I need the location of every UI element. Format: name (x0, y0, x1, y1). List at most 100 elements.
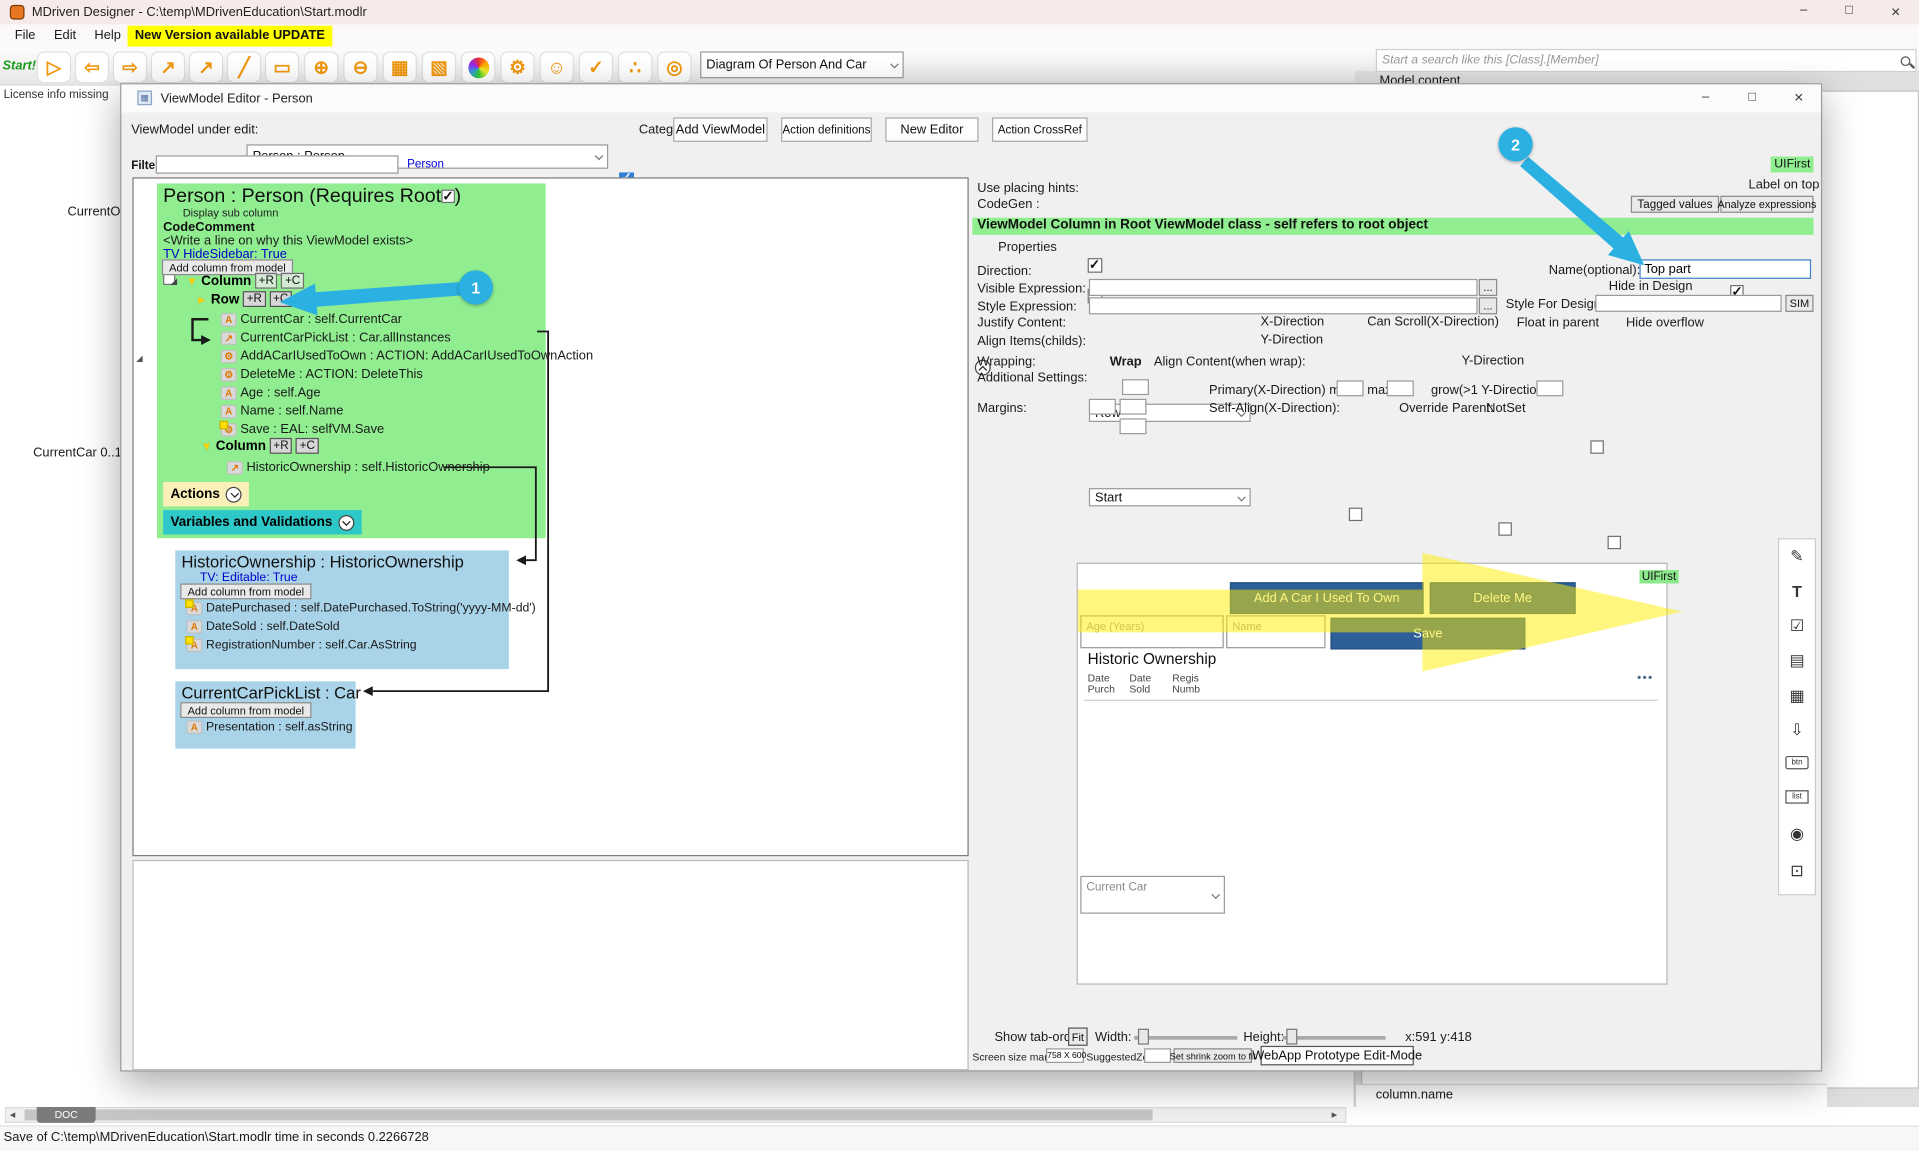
column1-add-row-chip[interactable]: +R (255, 273, 278, 289)
style-for-design-input[interactable] (1595, 295, 1781, 312)
add-column-button[interactable]: Add column from model (180, 702, 311, 718)
table-header-col3[interactable]: RegisNumb (1172, 673, 1200, 695)
window-minimize-button[interactable]: – (1784, 2, 1823, 17)
variables-expander[interactable]: Variables and Validations (163, 510, 362, 534)
use-placing-hints-checkbox[interactable] (1088, 258, 1103, 273)
chevron-down-icon[interactable] (226, 486, 242, 502)
row1-add-row-chip[interactable]: +R (243, 291, 266, 307)
tree-item[interactable]: ARegistrationNumber : self.Car.AsString (186, 639, 416, 652)
dialog-maximize-button[interactable]: □ (1731, 89, 1773, 104)
tree-node-column1[interactable]: Column +R+C (201, 273, 304, 289)
column1-expander-icon[interactable]: ◢ (170, 276, 177, 286)
width-slider-thumb[interactable] (1138, 1029, 1149, 1045)
scroll-right-icon[interactable]: ▸ (1332, 1108, 1338, 1121)
image-drop-icon[interactable]: ⇩ (1778, 720, 1816, 740)
chevron-down-icon[interactable] (339, 514, 355, 530)
margin-top-input[interactable] (1120, 399, 1147, 415)
search-icon[interactable] (1901, 56, 1911, 66)
edit-icon[interactable]: ✎ (1778, 547, 1816, 567)
table-header-col1[interactable]: DatePurch (1088, 673, 1115, 695)
text-icon[interactable]: T (1778, 582, 1816, 600)
draw-line-icon[interactable]: ╱ (227, 51, 261, 83)
fit-button[interactable]: Fit (1068, 1027, 1088, 1045)
column1-add-col-chip[interactable]: +C (281, 273, 304, 289)
margin-bottom-input[interactable] (1120, 418, 1147, 434)
actions-expander[interactable]: Actions (163, 482, 249, 506)
width-slider[interactable] (1134, 1036, 1237, 1040)
zoom-in-icon[interactable]: ⊕ (304, 51, 338, 83)
color-wheel-icon[interactable] (461, 51, 495, 83)
table-menu-icon[interactable]: ••• (1637, 672, 1654, 685)
webapp-mode-button[interactable]: WebApp Prototype Edit-Mode (1261, 1046, 1414, 1066)
row1-add-col-chip[interactable]: +C (269, 291, 292, 307)
age-input[interactable]: Age (Years) (1080, 615, 1223, 648)
user-access-icon[interactable]: ☺ (540, 51, 574, 83)
column2-add-row-chip[interactable]: +R (270, 438, 293, 454)
add-car-button[interactable]: Add A Car I Used To Own (1230, 582, 1424, 614)
set-shrink-zoom-button[interactable]: Set shrink zoom to fit (1173, 1048, 1251, 1063)
current-car-combo[interactable]: Current Car (1080, 876, 1225, 914)
tree-item[interactable]: ⚙Save : EAL: selfVM.Save (221, 422, 384, 437)
action-definitions-button[interactable]: Action definitions (781, 117, 872, 141)
globe-icon[interactable]: ◉ (1778, 824, 1816, 844)
validate-icon[interactable]: ✓ (579, 51, 613, 83)
tree-item[interactable]: ADatePurchased : self.DatePurchased.ToSt… (186, 602, 535, 615)
redo-icon[interactable]: ⇨ (113, 51, 147, 83)
frame-select-icon[interactable]: ▭ (265, 51, 299, 83)
sim-button[interactable]: SIM (1785, 295, 1813, 312)
max-input[interactable] (1387, 380, 1414, 396)
undo-icon[interactable]: ⇦ (75, 51, 109, 83)
visible-expression-more-button[interactable]: ... (1479, 279, 1497, 296)
tree-node-column2[interactable]: Column +R+C (216, 438, 319, 454)
arrow-ne-add-icon[interactable]: ↗ (189, 51, 223, 83)
tree-item[interactable]: ↗HistoricOwnership : self.HistoricOwners… (227, 460, 490, 475)
analyze-expressions-button[interactable]: Analyze expressions (1720, 196, 1813, 213)
height-slider-thumb[interactable] (1286, 1029, 1297, 1045)
list-tool-icon[interactable]: list (1785, 790, 1808, 803)
name-input[interactable]: Name (1226, 615, 1325, 648)
window-maximize-button[interactable]: □ (1829, 2, 1868, 17)
float-in-parent-checkbox[interactable] (1498, 522, 1511, 535)
outer-expander-icon[interactable]: ◢ (136, 354, 143, 364)
spiral-icon[interactable]: ◎ (657, 51, 691, 83)
tree-item[interactable]: ⚙DeleteMe : ACTION: DeleteThis (221, 367, 423, 382)
window-grid-icon[interactable]: ▦ (383, 51, 417, 83)
diagram-selector[interactable]: Diagram Of Person And Car (700, 51, 904, 78)
update-banner[interactable]: New Version available UPDATE (128, 26, 333, 47)
tree-item[interactable]: ⚙AddACarIUsedToOwn : ACTION: AddACarIUse… (221, 349, 593, 364)
add-viewmodel-button[interactable]: Add ViewModel (673, 117, 767, 141)
arrow-ne-icon[interactable]: ↗ (151, 51, 185, 83)
style-expression-input[interactable] (1089, 297, 1478, 314)
primary-min-input[interactable] (1337, 380, 1364, 396)
start-label[interactable]: Start! (2, 59, 36, 74)
tagged-values-button[interactable]: Tagged values (1631, 196, 1719, 213)
additional-settings-input[interactable] (1122, 379, 1149, 395)
can-scroll-checkbox[interactable] (1349, 508, 1362, 521)
menu-edit[interactable]: Edit (54, 28, 76, 43)
combo-icon[interactable]: ▤ (1778, 651, 1816, 671)
delete-me-button[interactable]: Delete Me (1430, 582, 1576, 614)
dialog-titlebar[interactable] (121, 84, 1821, 113)
table-header-col2[interactable]: DateSold (1129, 673, 1151, 695)
grow-input[interactable] (1536, 380, 1563, 396)
action-crossref-button[interactable]: Action CrossRef (992, 117, 1088, 141)
window-close-button[interactable]: × (1875, 2, 1917, 20)
margin-left-input[interactable] (1089, 399, 1116, 415)
save-button[interactable]: Save (1330, 618, 1525, 650)
name-optional-input[interactable] (1639, 259, 1811, 279)
zoom-out-icon[interactable]: ⊖ (343, 51, 377, 83)
requires-root-checkbox[interactable] (441, 190, 454, 203)
window-run-icon[interactable]: ▧ (422, 51, 456, 83)
scrollbar-thumb[interactable] (25, 1109, 1153, 1120)
tree-item[interactable]: APresentation : self.asString (186, 720, 352, 733)
height-slider[interactable] (1283, 1036, 1386, 1040)
tree-item[interactable]: ACurrentCar : self.CurrentCar (221, 312, 402, 327)
column-name-label[interactable]: column.name (1376, 1087, 1453, 1102)
tree-item[interactable]: ADateSold : self.DateSold (186, 620, 339, 633)
grid-icon[interactable]: ▦ (1778, 686, 1816, 706)
doc-tab[interactable]: DOC (37, 1107, 96, 1123)
style-expression-more-button[interactable]: ... (1479, 297, 1497, 314)
column2-add-col-chip[interactable]: +C (296, 438, 319, 454)
settings-gears-icon[interactable]: ⚙ (500, 51, 534, 83)
suggested-zoom-input[interactable] (1144, 1048, 1171, 1063)
